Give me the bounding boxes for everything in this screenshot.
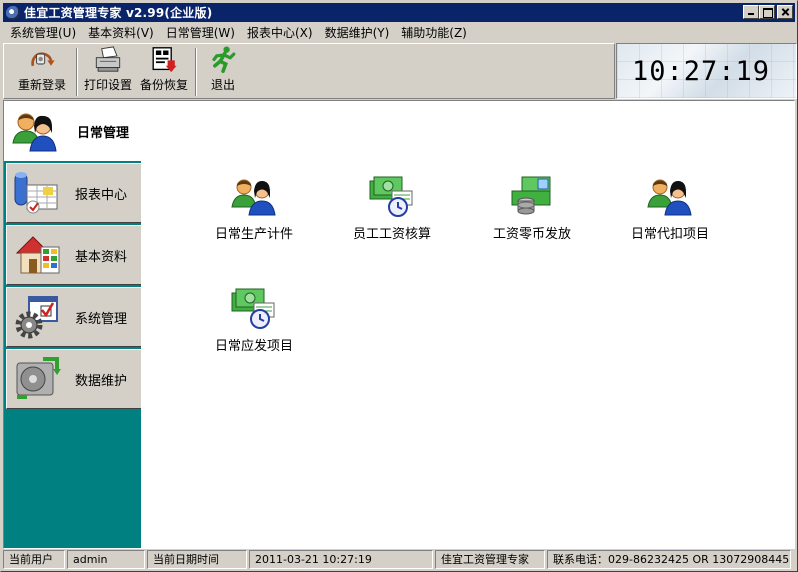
app-icon[interactable]	[6, 5, 20, 20]
disk-icon	[16, 357, 61, 399]
status-user-label: 当前用户	[3, 550, 65, 569]
sidebar-item-label: 数据维护	[75, 373, 128, 389]
menu-data-maintenance[interactable]: 数据维护(Y)	[319, 24, 396, 42]
exit-label: 退出	[210, 78, 235, 92]
salary-coins-item[interactable]: 工资零币发放	[477, 175, 587, 242]
people-icon	[12, 113, 57, 152]
clock-time: 10:27:19	[631, 56, 770, 87]
backup-restore-label: 备份恢复	[139, 78, 188, 92]
menu-daily[interactable]: 日常管理(W)	[160, 24, 241, 42]
close-button[interactable]	[777, 5, 793, 19]
app-item-label: 日常生产计件	[214, 227, 293, 242]
status-contact: 联系电话：029-86232425 OR 13072908445	[547, 550, 791, 569]
app-item-label: 员工工资核算	[352, 227, 431, 242]
sidebar-item-system[interactable]: 系统管理	[6, 287, 142, 347]
relogin-button[interactable]: 重新登录	[12, 46, 72, 96]
app-item-label: 工资零币发放	[492, 227, 571, 242]
relogin-label: 重新登录	[17, 78, 66, 92]
status-datetime-value: 2011-03-21 10:27:19	[249, 550, 433, 569]
house-icon	[15, 236, 60, 274]
sidebar-item-basic-info[interactable]: 基本资料	[6, 225, 142, 285]
backup-restore-button[interactable]: 备份恢复	[136, 46, 192, 96]
daily-deduction-item[interactable]: 日常代扣项目	[615, 175, 725, 242]
money-clock-icon	[369, 176, 413, 217]
settings-icon	[15, 296, 58, 339]
sidebar-item-reports[interactable]: 报表中心	[6, 163, 142, 223]
coins-icon	[511, 176, 551, 215]
toolbar-separator	[76, 48, 78, 96]
window-title: 佳宜工资管理专家 v2.99(企业版)	[24, 6, 213, 20]
print-settings-button[interactable]: 打印设置	[80, 46, 136, 96]
status-user-value: admin	[67, 550, 145, 569]
sidebar: 日常管理 报表中心 基本资料 系统管理 数据维护	[4, 101, 142, 548]
status-datetime-label: 当前日期时间	[147, 550, 247, 569]
people-icon	[647, 179, 692, 216]
running-man-icon	[212, 46, 236, 73]
app-window: 佳宜工资管理专家 v2.99(企业版) 系统管理(U) 基本资料(V) 日常管理…	[0, 0, 798, 572]
app-item-label: 日常应发项目	[214, 339, 293, 354]
sidebar-item-label: 基本资料	[75, 249, 128, 265]
relogin-icon	[31, 52, 55, 67]
status-app-name: 佳宜工资管理专家	[435, 550, 545, 569]
report-icon	[14, 172, 58, 214]
app-item-label: 日常代扣项目	[630, 227, 709, 242]
minimize-button[interactable]	[743, 5, 759, 19]
sidebar-item-label: 日常管理	[77, 125, 130, 141]
clock-panel: 10:27:19	[616, 43, 797, 99]
menu-bar: 系统管理(U) 基本资料(V) 日常管理(W) 报表中心(X) 数据维护(Y) …	[3, 23, 795, 42]
sidebar-item-daily[interactable]: 日常管理	[4, 101, 142, 161]
daily-payable-item[interactable]: 日常应发项目	[199, 287, 309, 354]
toolbar-separator	[195, 48, 197, 96]
main-content: 日常生产计件 员工工资核算 工资零币发放 日常代扣项目 日常应发项目	[141, 101, 794, 548]
sidebar-item-label: 报表中心	[75, 187, 128, 203]
menu-system[interactable]: 系统管理(U)	[3, 24, 82, 42]
exit-button[interactable]: 退出	[200, 46, 246, 96]
people-icon	[231, 179, 276, 216]
sidebar-item-label: 系统管理	[75, 311, 128, 327]
daily-piecework-item[interactable]: 日常生产计件	[199, 175, 309, 242]
money-clock-icon	[231, 288, 275, 329]
menu-basic-info[interactable]: 基本资料(V)	[82, 24, 160, 42]
print-settings-label: 打印设置	[83, 78, 132, 92]
window-controls	[743, 5, 793, 19]
menu-helpers[interactable]: 辅助功能(Z)	[395, 24, 473, 42]
title-bar[interactable]: 佳宜工资管理专家 v2.99(企业版)	[3, 3, 795, 22]
salary-calculation-item[interactable]: 员工工资核算	[337, 175, 447, 242]
status-bar: 当前用户 admin 当前日期时间 2011-03-21 10:27:19 佳宜…	[3, 550, 795, 570]
maximize-button[interactable]	[759, 5, 775, 19]
menu-reports[interactable]: 报表中心(X)	[241, 24, 319, 42]
toolbar: 重新登录 打印设置 备份恢复 退出	[3, 43, 615, 99]
printer-icon	[95, 46, 121, 72]
backup-icon	[152, 47, 177, 73]
sidebar-item-data-maintenance[interactable]: 数据维护	[6, 349, 142, 409]
